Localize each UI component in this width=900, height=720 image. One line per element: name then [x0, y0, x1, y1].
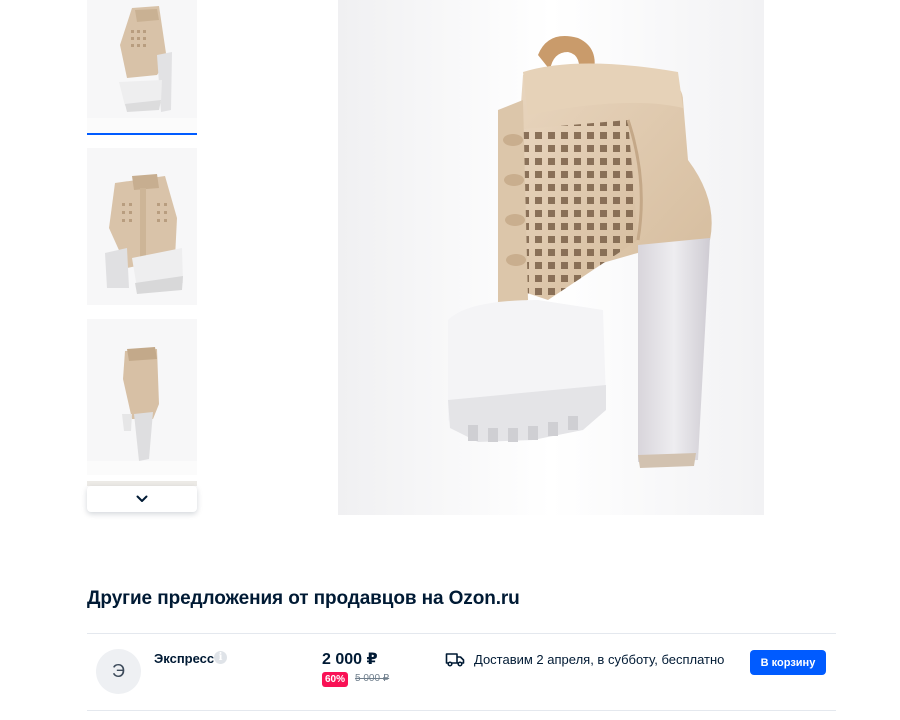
offers-divider-top [87, 633, 836, 634]
product-main-image[interactable] [338, 0, 764, 515]
seller-name[interactable]: Экспресс [154, 651, 214, 666]
shoe-side-thumbnail-image [87, 319, 197, 475]
platform-heel-boot-image [338, 0, 764, 515]
seller-avatar[interactable]: Э [96, 649, 141, 694]
shoe-back-thumbnail-image [87, 0, 197, 135]
truck-icon [445, 653, 465, 667]
other-offers-title: Другие предложения от продавцов на Ozon.… [87, 588, 520, 609]
delivery-info: Доставим 2 апреля, в субботу, бесплатно [474, 652, 725, 667]
offers-divider-bottom [87, 710, 836, 711]
discount-badge: 60% [322, 672, 349, 687]
shoe-front-thumbnail-image [87, 148, 197, 305]
thumbnail-2[interactable] [87, 148, 197, 305]
offer-price: 2 000 ₽ [322, 651, 378, 668]
old-price: 5 000 ₽ [355, 673, 390, 684]
add-to-cart-button[interactable]: В корзину [750, 650, 826, 675]
thumbnail-1[interactable] [87, 0, 197, 135]
info-icon[interactable]: i [214, 651, 227, 664]
thumbnail-3[interactable] [87, 319, 197, 475]
thumbnails-scroll-down-button[interactable] [87, 486, 197, 512]
chevron-down-icon [136, 495, 148, 502]
